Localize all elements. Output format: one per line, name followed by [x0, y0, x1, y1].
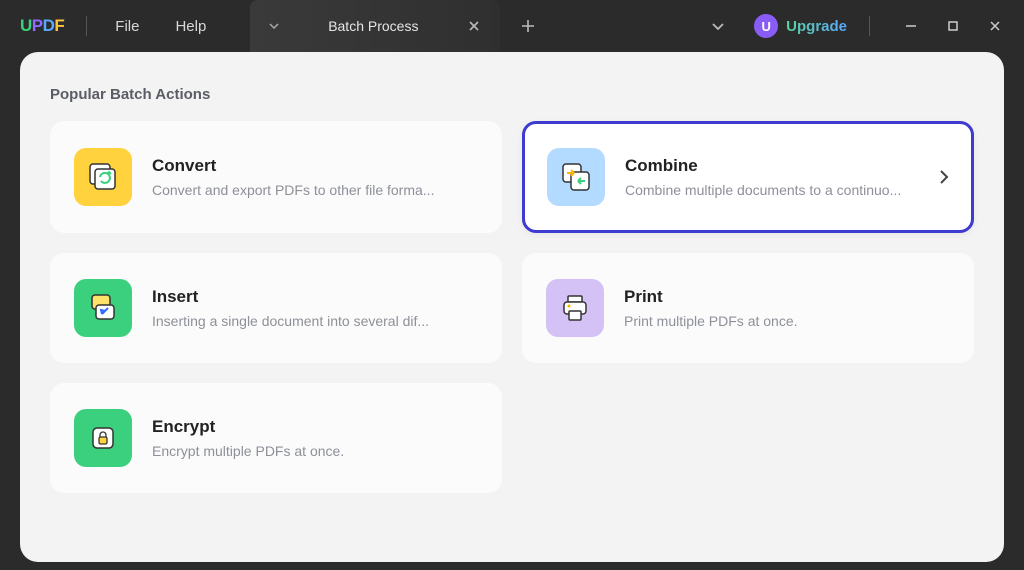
minimize-button[interactable] [890, 6, 932, 46]
card-description: Convert and export PDFs to other file fo… [152, 182, 478, 198]
insert-icon [74, 279, 132, 337]
convert-icon [74, 148, 132, 206]
window-controls [890, 6, 1016, 46]
tabs-dropdown-icon[interactable] [704, 22, 732, 30]
upgrade-label: Upgrade [786, 18, 847, 35]
card-title: Print [624, 287, 950, 307]
maximize-button[interactable] [932, 6, 974, 46]
tab-batch-process[interactable]: Batch Process [250, 0, 500, 52]
separator [869, 16, 870, 36]
separator [86, 16, 87, 36]
upgrade-button[interactable]: U Upgrade [742, 10, 859, 42]
tab-dropdown-icon[interactable] [264, 16, 284, 36]
tab-close-icon[interactable] [462, 14, 486, 38]
titlebar: UPDF File Help Batch Process U Upgrade [0, 0, 1024, 52]
combine-icon [547, 148, 605, 206]
content-frame: Popular Batch Actions Convert Convert an… [20, 52, 1004, 562]
encrypt-icon [74, 409, 132, 467]
card-title: Convert [152, 156, 478, 176]
card-encrypt[interactable]: Encrypt Encrypt multiple PDFs at once. [50, 383, 502, 493]
card-print[interactable]: Print Print multiple PDFs at once. [522, 253, 974, 363]
card-description: Combine multiple documents to a continuo… [625, 182, 919, 198]
chevron-right-icon [939, 169, 949, 185]
menu-file[interactable]: File [97, 8, 157, 45]
card-title: Insert [152, 287, 478, 307]
cards-row: Encrypt Encrypt multiple PDFs at once. [50, 383, 974, 493]
card-description: Print multiple PDFs at once. [624, 313, 950, 329]
section-title: Popular Batch Actions [50, 86, 974, 103]
card-combine[interactable]: Combine Combine multiple documents to a … [522, 121, 974, 233]
card-title: Combine [625, 156, 919, 176]
print-icon [546, 279, 604, 337]
cards-grid: Convert Convert and export PDFs to other… [50, 121, 974, 363]
close-button[interactable] [974, 6, 1016, 46]
tab-title: Batch Process [284, 18, 462, 34]
card-title: Encrypt [152, 417, 478, 437]
menu-help[interactable]: Help [157, 8, 224, 45]
card-convert[interactable]: Convert Convert and export PDFs to other… [50, 121, 502, 233]
card-insert[interactable]: Insert Inserting a single document into … [50, 253, 502, 363]
app-logo: UPDF [8, 16, 76, 36]
card-description: Inserting a single document into several… [152, 313, 478, 329]
card-description: Encrypt multiple PDFs at once. [152, 443, 478, 459]
new-tab-button[interactable] [508, 6, 548, 46]
upgrade-badge: U [754, 14, 778, 38]
